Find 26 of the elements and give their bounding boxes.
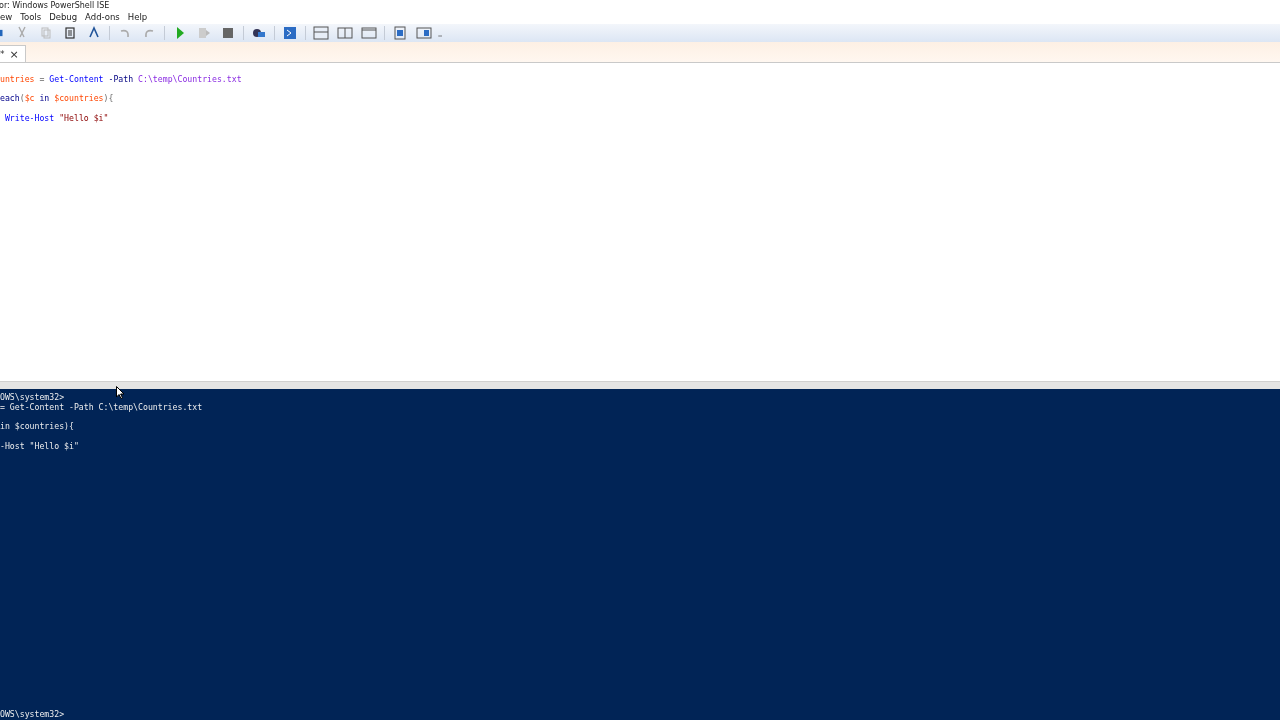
console-line: -Host "Hello $i" [0, 440, 79, 451]
paste-icon[interactable] [62, 25, 78, 41]
powershell-icon[interactable] [282, 25, 298, 41]
tab-label: * [0, 49, 5, 59]
console-line: in $countries){ [0, 421, 74, 431]
menu-item[interactable]: Debug [49, 12, 78, 22]
code-line: untries = Get-Content -Path C:\temp\Countries.txt [0, 73, 243, 86]
console-line: = Get-Content -Path C:\temp\Countries.txt [0, 401, 203, 412]
code-line: Write-Host "Hello $i" [3, 111, 110, 125]
stop-icon[interactable] [220, 25, 236, 41]
mouse-pointer-icon [116, 386, 125, 399]
layout-maximize-icon[interactable] [361, 25, 377, 41]
menu-item[interactable]: Help [127, 12, 148, 22]
console-prompt: OWS\system32> [0, 709, 65, 719]
window-title: or: Windows PowerShell ISE [0, 2, 110, 10]
command-pane-icon[interactable] [416, 25, 432, 41]
menu-item[interactable]: ew [0, 12, 13, 22]
script-pane-icon[interactable] [392, 25, 408, 41]
console-line: OWS\system32> [0, 392, 65, 402]
menu-item[interactable]: Add-ons [85, 12, 120, 22]
code-line: each($c in $countries){ [0, 92, 115, 106]
close-tab-button[interactable]: × [9, 47, 19, 61]
script-tab[interactable]: * × [0, 45, 26, 62]
layout-right-icon[interactable] [337, 25, 353, 41]
layout-top-icon[interactable] [313, 25, 329, 41]
menu-item[interactable]: Tools [20, 12, 42, 22]
